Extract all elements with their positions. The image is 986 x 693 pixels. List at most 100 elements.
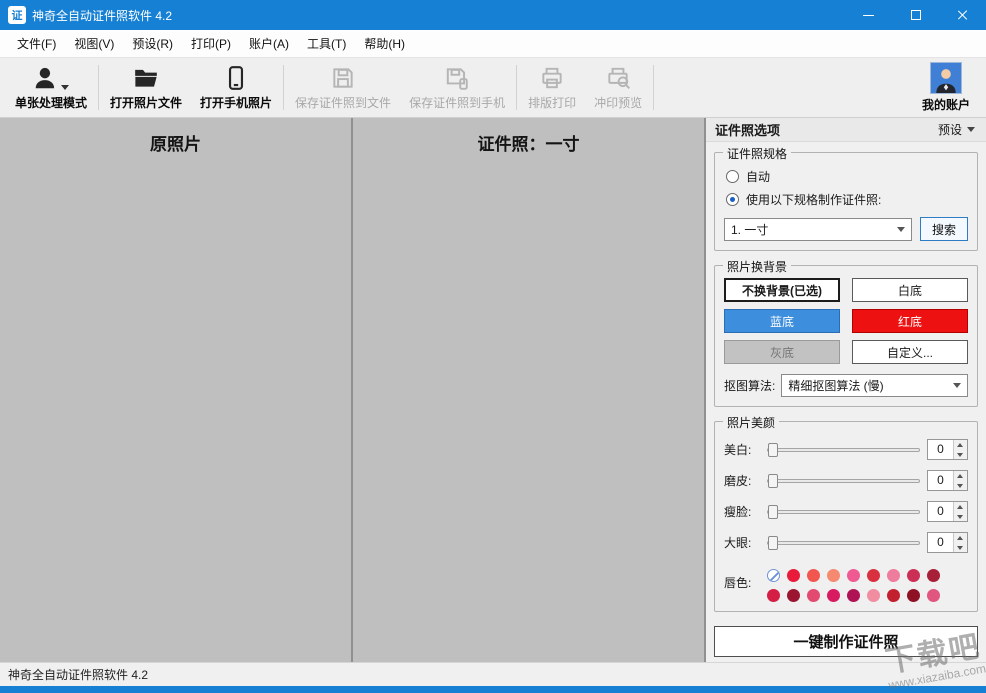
- spin-value[interactable]: 0: [928, 471, 953, 490]
- lip-color-swatch[interactable]: [907, 589, 920, 602]
- slider-track: [767, 447, 920, 452]
- bg-custom-button[interactable]: 自定义...: [852, 340, 968, 364]
- spin-value[interactable]: 0: [928, 440, 953, 459]
- chevron-down-icon: [61, 84, 69, 90]
- menu-print[interactable]: 打印(P): [182, 30, 240, 57]
- lip-color-swatch[interactable]: [787, 569, 800, 582]
- toolbar-save-to-file-button: 保存证件照到文件: [286, 60, 400, 115]
- big-eyes-spinner[interactable]: 0: [927, 532, 968, 553]
- whitening-spinner[interactable]: 0: [927, 439, 968, 460]
- menu-account[interactable]: 账户(A): [240, 30, 298, 57]
- bg-no-change-button[interactable]: 不换背景(已选): [724, 278, 840, 302]
- minimize-button[interactable]: [845, 0, 892, 30]
- matting-combobox[interactable]: 精细抠图算法 (慢): [781, 374, 968, 397]
- lip-color-swatch[interactable]: [847, 569, 860, 582]
- lip-color-swatch[interactable]: [807, 569, 820, 582]
- toolbar-label: 打开照片文件: [110, 96, 183, 110]
- lip-color-swatch[interactable]: [847, 589, 860, 602]
- status-text: 神奇全自动证件照软件 4.2: [8, 668, 149, 682]
- slider-handle[interactable]: [768, 504, 778, 519]
- spin-value[interactable]: 0: [928, 533, 953, 552]
- account-avatar: [929, 62, 962, 94]
- thin-face-spinner[interactable]: 0: [927, 501, 968, 522]
- lip-color-swatch[interactable]: [867, 569, 880, 582]
- menu-tools[interactable]: 工具(T): [298, 30, 355, 57]
- beauty-group: 照片美颜 美白: 0 磨皮: 0 瘦脸: 0 大眼: 0 唇色:: [714, 414, 978, 612]
- bg-white-button[interactable]: 白底: [852, 278, 968, 302]
- thin-face-slider[interactable]: [767, 503, 920, 521]
- toolbar-label: 排版打印: [528, 96, 577, 110]
- smooth-skin-slider[interactable]: [767, 472, 920, 490]
- toolbar-label: 单张处理模式: [15, 96, 88, 110]
- options-title: 证件照选项: [715, 123, 781, 138]
- slider-handle[interactable]: [768, 535, 778, 550]
- bg-blue-button[interactable]: 蓝底: [724, 309, 840, 333]
- lip-color-swatch[interactable]: [827, 569, 840, 582]
- lip-color-swatch[interactable]: [827, 589, 840, 602]
- big-eyes-slider[interactable]: [767, 534, 920, 552]
- smooth-skin-label: 磨皮:: [724, 474, 752, 488]
- bg-gray-button[interactable]: 灰底: [724, 340, 840, 364]
- slider-track: [767, 509, 920, 514]
- whitening-label: 美白:: [724, 443, 752, 457]
- original-photo-panel: 原照片: [0, 118, 353, 662]
- options-header: 证件照选项 预设: [706, 118, 986, 142]
- spin-up-button[interactable]: [954, 502, 967, 512]
- lip-color-none-swatch[interactable]: [767, 569, 780, 582]
- preset-label: 预设: [937, 123, 962, 137]
- whitening-slider[interactable]: [767, 441, 920, 459]
- lip-color-swatch[interactable]: [927, 589, 940, 602]
- menu-view[interactable]: 视图(V): [65, 30, 123, 57]
- toolbar-separator: [98, 65, 100, 110]
- lip-color-swatch[interactable]: [887, 589, 900, 602]
- spin-up-button[interactable]: [954, 471, 967, 481]
- close-button[interactable]: [939, 0, 986, 30]
- big-eyes-label: 大眼:: [724, 536, 752, 550]
- preset-dropdown[interactable]: 预设: [936, 119, 977, 140]
- spin-up-button[interactable]: [954, 440, 967, 450]
- save-file-icon: [330, 65, 356, 91]
- toolbar-print-preview-button: 冲印预览: [585, 60, 651, 115]
- menu-help[interactable]: 帮助(H): [355, 30, 414, 57]
- radio-auto-label: 自动: [746, 170, 771, 184]
- lip-color-swatch[interactable]: [807, 589, 820, 602]
- lip-color-swatch[interactable]: [887, 569, 900, 582]
- menu-preset[interactable]: 预设(R): [123, 30, 182, 57]
- toolbar-open-phone-photo-button[interactable]: 打开手机照片: [191, 60, 281, 115]
- my-account-button[interactable]: 我的账户: [912, 60, 980, 115]
- spec-combobox[interactable]: 1. 一寸: [724, 217, 912, 241]
- toolbar-label: 冲印预览: [594, 96, 643, 110]
- slider-handle[interactable]: [768, 473, 778, 488]
- maximize-button[interactable]: [892, 0, 939, 30]
- idphoto-panel: 证件照：一寸: [353, 118, 706, 662]
- toolbar-layout-print-button: 排版打印: [519, 60, 585, 115]
- slider-handle[interactable]: [768, 442, 778, 457]
- smooth-skin-spinner[interactable]: 0: [927, 470, 968, 491]
- spin-value[interactable]: 0: [928, 502, 953, 521]
- spin-down-button[interactable]: [954, 449, 967, 459]
- search-button[interactable]: 搜索: [920, 217, 968, 241]
- bg-red-button[interactable]: 红底: [852, 309, 968, 333]
- spin-up-button[interactable]: [954, 533, 967, 543]
- original-photo-title: 原照片: [150, 135, 201, 154]
- menu-file[interactable]: 文件(F): [8, 30, 65, 57]
- chevron-down-icon: [897, 226, 905, 232]
- make-idphoto-button[interactable]: 一键制作证件照: [714, 626, 978, 657]
- lip-color-swatch[interactable]: [927, 569, 940, 582]
- lip-color-swatch[interactable]: [787, 589, 800, 602]
- matting-combobox-value: 精细抠图算法 (慢): [788, 379, 884, 393]
- maximize-icon: [910, 10, 921, 20]
- toolbar-single-mode-button[interactable]: 单张处理模式: [6, 60, 96, 115]
- minimize-icon: [863, 14, 874, 16]
- spin-down-button[interactable]: [954, 511, 967, 521]
- slider-track: [767, 540, 920, 545]
- lip-color-swatch[interactable]: [767, 589, 780, 602]
- radio-use-spec[interactable]: 使用以下规格制作证件照:: [724, 188, 968, 211]
- spin-down-button[interactable]: [954, 542, 967, 552]
- lip-color-swatch[interactable]: [907, 569, 920, 582]
- radio-auto[interactable]: 自动: [724, 165, 968, 188]
- spin-down-button[interactable]: [954, 480, 967, 490]
- toolbar-open-photo-file-button[interactable]: 打开照片文件: [101, 60, 191, 115]
- lip-color-swatch[interactable]: [867, 589, 880, 602]
- smartphone-icon: [223, 65, 249, 91]
